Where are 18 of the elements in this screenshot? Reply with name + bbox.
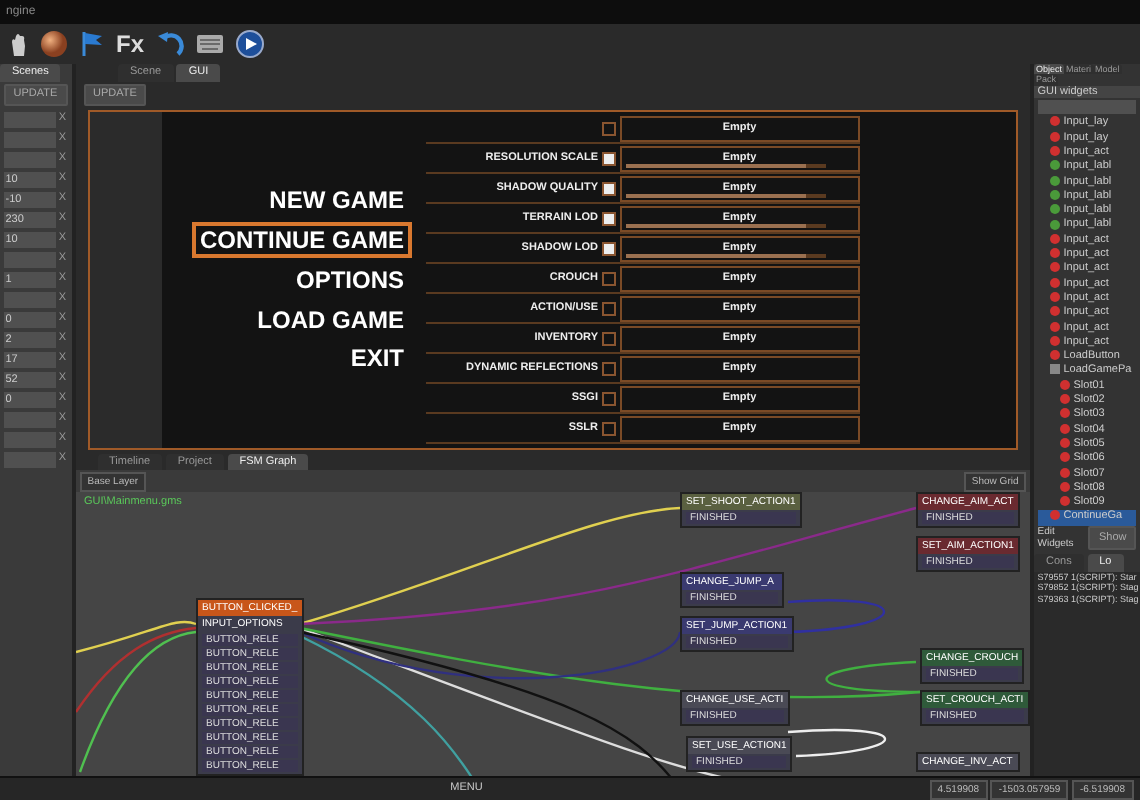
menu-item[interactable]: EXIT (342, 340, 412, 377)
option-box[interactable] (602, 211, 616, 226)
flag-icon[interactable] (80, 30, 104, 58)
option-box[interactable] (602, 151, 616, 166)
menu-item[interactable]: CONTINUE GAME (192, 222, 412, 259)
menu-item[interactable]: NEW GAME (261, 182, 412, 219)
effects-button[interactable]: Fx (116, 29, 145, 59)
keyboard-icon[interactable] (196, 34, 225, 54)
menu-item[interactable]: OPTIONS (287, 261, 412, 298)
play-icon[interactable] (236, 30, 265, 58)
menu-item[interactable]: LOAD GAME (249, 301, 412, 338)
undo-icon[interactable] (156, 30, 185, 58)
sphere-icon[interactable] (40, 30, 68, 58)
option-box[interactable] (602, 181, 616, 196)
expander-icon[interactable] (1049, 364, 1060, 375)
hand-icon[interactable] (8, 30, 28, 58)
search-field[interactable] (1037, 100, 1137, 115)
option-box[interactable] (602, 241, 616, 256)
